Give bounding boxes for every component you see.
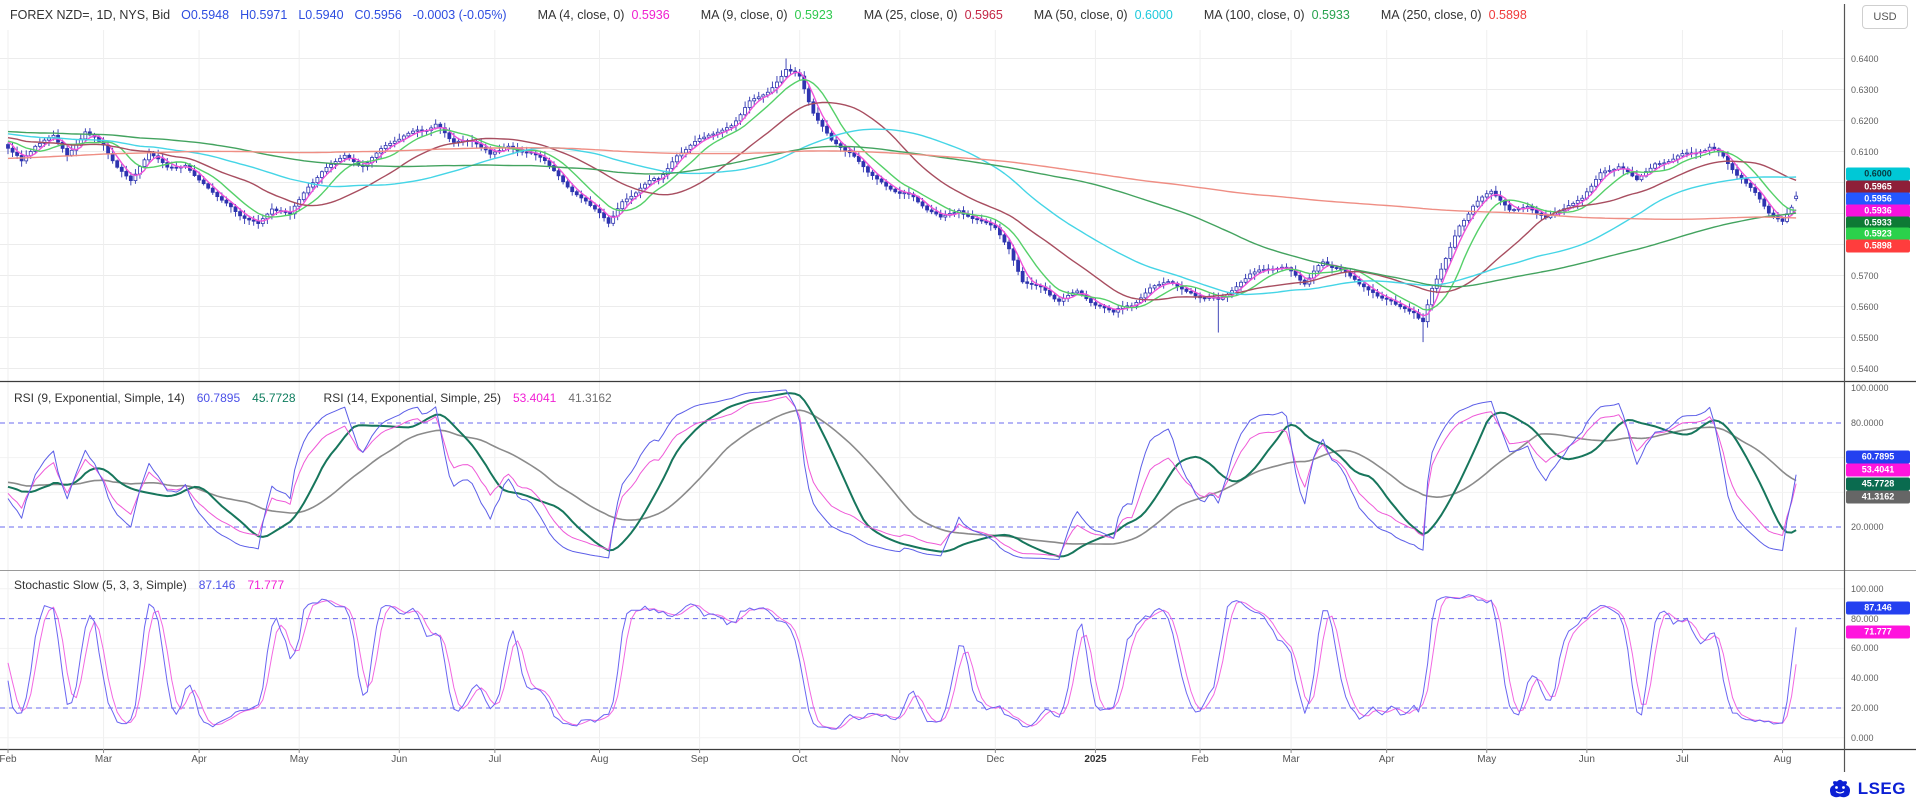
ma-value: 0.5898 [1489,8,1527,22]
lseg-logo-text: LSEG [1858,779,1906,799]
ma-value: 0.5933 [1312,8,1350,22]
stoch-k-line [8,595,1796,729]
price-axis-badge: 0.5898 [1846,240,1910,253]
month-label: Aug [591,754,609,765]
rsi9-line [8,390,1796,559]
price-axis-tick: 0.6200 [1851,116,1879,126]
month-label: May [290,754,309,765]
price-axis-tick: 0.5700 [1851,271,1879,281]
header-text-segment: RSI (14, Exponential, Simple, 25) [324,391,501,405]
header-text-segment: C0.5956 [355,8,402,22]
price-axis-tick: 0.5400 [1851,364,1879,374]
stoch-d-line [8,596,1796,729]
ma-value: 0.5936 [631,8,669,22]
chart-header: FOREX NZD=, 1D, NYS, Bid O0.5948 H0.5971 L0… [10,0,1538,30]
month-label: Jul [1676,754,1689,765]
header-text-segment: 41.3162 [568,391,611,405]
month-label: Feb [1191,754,1208,765]
symbol-info: FOREX NZD=, 1D, NYS, Bid O0.5948 H0.5971 L0… [10,8,1538,22]
price-axis-tick: 0.6100 [1851,147,1879,157]
rsi-axis-badge: 53.4041 [1846,464,1910,477]
price-axis-tick: 0.6400 [1851,54,1879,64]
lseg-crest-icon [1827,778,1853,799]
header-text-segment: RSI (9, Exponential, Simple, 14) [14,391,185,405]
ma-line-4 [8,72,1796,316]
rsi-axis-badge: 45.7728 [1846,478,1910,491]
ma-value: 0.5965 [965,8,1003,22]
month-label: Feb [0,754,17,765]
currency-button[interactable]: USD [1862,5,1908,29]
stoch-axis-badge: 71.777 [1846,626,1910,639]
ma-label: MA (100, close, 0) [1204,8,1305,22]
rsi14-line [8,397,1796,556]
header-text-segment: H0.5971 [240,8,287,22]
stoch-panel-title: Stochastic Slow (5, 3, 3, Simple) 87.146 7… [14,578,296,592]
header-text-segment: -0.0003 (-0.05%) [413,8,507,22]
month-label: Apr [191,754,207,765]
header-text-segment: Stochastic Slow (5, 3, 3, Simple) [14,578,187,592]
stoch-axis-tick: 20.000 [1851,703,1879,713]
month-label: Oct [792,754,808,765]
rsi-axis-tick: 20.0000 [1851,522,1884,532]
ma-label: MA (250, close, 0) [1381,8,1482,22]
rsi-axis-tick: 100.0000 [1851,383,1889,393]
ma-label: MA (50, close, 0) [1034,8,1128,22]
header-text-segment: 60.7895 [197,391,240,405]
header-text-segment: FOREX NZD=, 1D, NYS, Bid [10,8,170,22]
header-text-segment: 87.146 [199,578,236,592]
ma-value: 0.5923 [795,8,833,22]
rsi-axis-badge: 60.7895 [1846,451,1910,464]
header-text-segment: L0.5940 [298,8,343,22]
ma-label: MA (4, close, 0) [538,8,625,22]
ma-value: 0.6000 [1135,8,1173,22]
price-axis-badge: 0.6000 [1846,168,1910,181]
price-axis-tick: 0.5600 [1851,302,1879,312]
stoch-axis-tick: 100.000 [1851,584,1884,594]
header-text-segment: 45.7728 [252,391,295,405]
stoch-axis-tick: 80.000 [1851,614,1879,624]
stoch-axis-tick: 60.000 [1851,643,1879,653]
month-label: Apr [1379,754,1395,765]
lseg-logo: LSEG [1827,778,1906,799]
header-text-segment: 71.777 [247,578,284,592]
rsi-axis-badge: 41.3162 [1846,491,1910,504]
ma-label: MA (25, close, 0) [864,8,958,22]
month-label: Mar [95,754,112,765]
header-text-segment: 53.4041 [513,391,556,405]
rsi-axis-tick: 80.0000 [1851,418,1884,428]
month-label: Dec [986,754,1004,765]
stoch-axis-tick: 0.000 [1851,733,1874,743]
month-label: Mar [1282,754,1299,765]
month-label: Aug [1774,754,1792,765]
ma-line-25 [8,103,1796,300]
month-label: Nov [891,754,909,765]
month-label: 2025 [1084,754,1106,765]
stoch-axis-badge: 87.146 [1846,602,1910,615]
rsi-panel-title: RSI (9, Exponential, Simple, 14) 60.7895 4… [14,391,624,405]
rsi14-signal-line [8,410,1796,544]
month-label: Sep [691,754,709,765]
rsi9-signal-line [8,393,1796,556]
month-label: May [1477,754,1496,765]
header-text-segment: O0.5948 [181,8,229,22]
month-label: Jun [1579,754,1595,765]
price-axis-tick: 0.5500 [1851,333,1879,343]
price-axis-tick: 0.6300 [1851,85,1879,95]
candles [7,59,1798,343]
stoch-axis-tick: 40.000 [1851,673,1879,683]
ma-label: MA (9, close, 0) [701,8,788,22]
month-label: Jul [488,754,501,765]
month-label: Jun [391,754,407,765]
